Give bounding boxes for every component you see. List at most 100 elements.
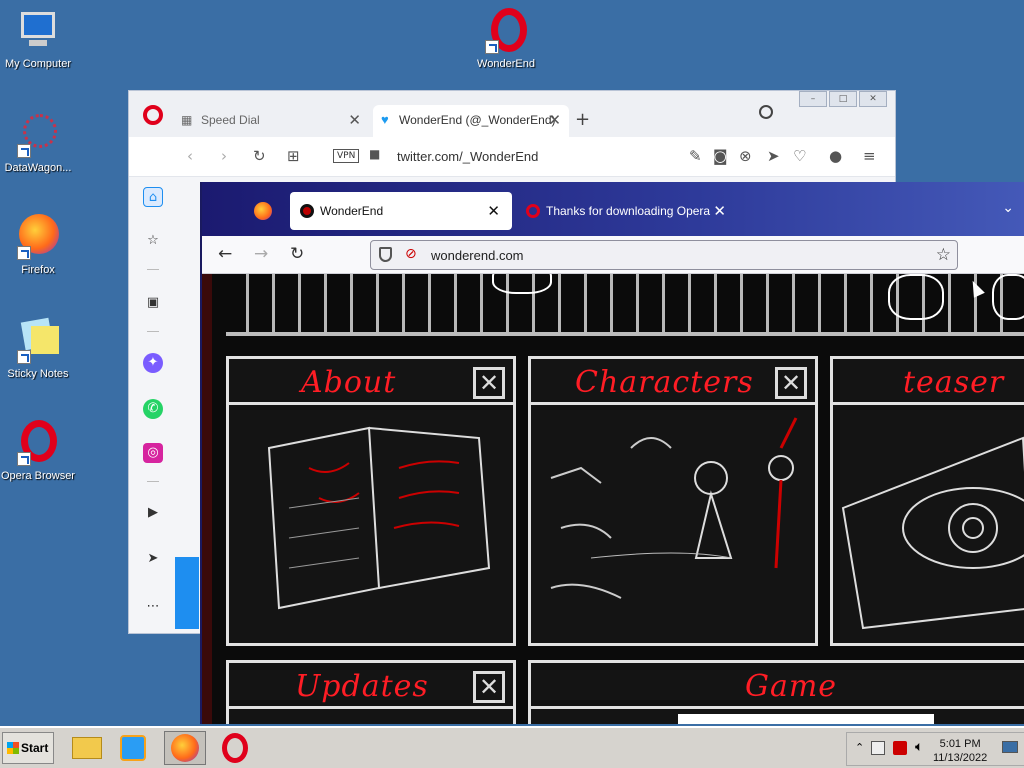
easy-setup-icon[interactable]: ≡ bbox=[863, 147, 876, 165]
opera-menu-icon[interactable] bbox=[143, 105, 163, 125]
home-icon[interactable]: ⌂ bbox=[143, 187, 163, 207]
show-hidden-icons-chevron-up-icon[interactable]: ⌃ bbox=[855, 741, 864, 754]
grid-icon: ▦ bbox=[181, 113, 193, 127]
desktop-icon-datawagon[interactable]: DataWagon... bbox=[0, 112, 76, 174]
tab-label: WonderEnd bbox=[320, 204, 384, 218]
more-icon[interactable]: ⋯ bbox=[143, 597, 163, 617]
clock[interactable]: 5:01 PM 11/13/2022 bbox=[933, 737, 987, 765]
taskbar-explorer-button[interactable] bbox=[66, 731, 108, 765]
white-strip-decoration bbox=[678, 714, 934, 724]
shortcut-arrow-icon bbox=[17, 350, 31, 364]
firefox-window[interactable]: WonderEnd ✕ Thanks for downloading Opera… bbox=[200, 182, 1024, 724]
shortcut-arrow-icon bbox=[17, 246, 31, 260]
security-alert-icon[interactable] bbox=[893, 741, 907, 755]
panel-title: Characters bbox=[575, 365, 754, 400]
show-desktop-icon[interactable] bbox=[1002, 741, 1018, 753]
insecure-lock-icon[interactable]: ⊘ bbox=[405, 246, 417, 262]
computer-icon bbox=[15, 8, 61, 54]
list-all-tabs-chevron-down-icon[interactable]: ⌄ bbox=[1002, 200, 1014, 216]
site-left-border bbox=[202, 274, 212, 724]
reload-icon[interactable]: ↻ bbox=[253, 147, 266, 165]
rabbit-drawing-icon bbox=[888, 274, 944, 320]
datawagon-icon bbox=[15, 112, 61, 158]
minimize-button[interactable]: – bbox=[799, 91, 827, 107]
clock-time: 5:01 PM bbox=[939, 738, 981, 750]
opera-url-field[interactable]: twitter.com/_WonderEnd bbox=[397, 149, 538, 164]
new-tab-button[interactable]: + bbox=[575, 109, 590, 130]
player-icon[interactable]: ▶ bbox=[143, 503, 163, 523]
close-window-button[interactable]: ✕ bbox=[859, 91, 887, 107]
whatsapp-icon[interactable]: ✆ bbox=[143, 399, 163, 419]
shortcut-arrow-icon bbox=[485, 40, 499, 54]
bookmarks-icon[interactable]: ☆ bbox=[143, 231, 163, 251]
reload-icon[interactable]: ↻ bbox=[290, 244, 304, 264]
tab-label: WonderEnd (@_WonderEnd) bbox=[399, 113, 556, 127]
maximize-button[interactable]: □ bbox=[829, 91, 857, 107]
opera-tab-speed-dial[interactable]: ▦ Speed Dial ✕ bbox=[175, 105, 369, 137]
volume-icon[interactable]: 🔈︎ bbox=[915, 739, 923, 755]
send-icon[interactable]: ➤ bbox=[767, 147, 780, 165]
forward-icon[interactable]: → bbox=[254, 244, 268, 264]
firefox-tab-opera-download[interactable]: Thanks for downloading Opera ✕ bbox=[516, 192, 738, 230]
instagram-icon[interactable]: ◎ bbox=[143, 443, 163, 463]
desktop-icon-firefox[interactable]: Firefox bbox=[0, 214, 76, 276]
desktop-icon-label: Firefox bbox=[21, 264, 55, 276]
tab-label: Thanks for downloading Opera bbox=[546, 204, 711, 218]
heart-icon[interactable]: ♡ bbox=[793, 147, 806, 165]
taskbar-media-player-button[interactable] bbox=[112, 731, 154, 765]
twitter-icon: ♥ bbox=[381, 112, 389, 127]
network-icon[interactable] bbox=[871, 741, 885, 755]
panel-updates[interactable]: Updates ✕ bbox=[226, 660, 516, 724]
close-tab-button[interactable]: ✕ bbox=[713, 202, 726, 220]
close-tab-button[interactable]: ✕ bbox=[487, 202, 500, 220]
camera-icon[interactable]: ◙ bbox=[713, 147, 728, 165]
back-icon[interactable]: ← bbox=[218, 244, 232, 264]
panel-characters[interactable]: Characters ✕ bbox=[528, 356, 818, 646]
close-tab-button[interactable]: ✕ bbox=[548, 111, 561, 129]
firefox-tab-wonderend[interactable]: WonderEnd ✕ bbox=[290, 192, 512, 230]
window-controls: – □ ✕ bbox=[797, 91, 887, 107]
tabs-grid-icon[interactable]: ⊞ bbox=[287, 147, 300, 165]
profile-icon[interactable]: ● bbox=[829, 147, 842, 165]
url-text[interactable]: wonderend.com bbox=[431, 248, 524, 263]
adblock-icon[interactable]: ⊗ bbox=[739, 147, 752, 165]
forward-icon[interactable]: › bbox=[221, 147, 227, 165]
send-flow-icon[interactable]: ➤ bbox=[143, 549, 163, 569]
firefox-icon bbox=[171, 734, 199, 762]
vpn-badge[interactable]: VPN bbox=[333, 149, 360, 163]
share-icon[interactable]: ✎ bbox=[689, 147, 702, 165]
close-box-icon: ✕ bbox=[473, 671, 505, 703]
bookmark-star-icon[interactable]: ☆ bbox=[936, 245, 951, 265]
eye-drawing bbox=[841, 436, 1024, 630]
firefox-tab-strip: WonderEnd ✕ Thanks for downloading Opera… bbox=[202, 182, 1024, 236]
media-player-icon bbox=[120, 735, 146, 761]
panel-header: About ✕ bbox=[229, 359, 513, 405]
opera-tab-wonderend-twitter[interactable]: ♥ WonderEnd (@_WonderEnd) ✕ bbox=[373, 105, 569, 137]
messenger-icon[interactable]: ✦ bbox=[143, 353, 163, 373]
shortcut-arrow-icon bbox=[17, 144, 31, 158]
desktop-icon-my-computer[interactable]: My Computer bbox=[0, 8, 76, 70]
open-book-drawing bbox=[267, 426, 491, 610]
desktop-icon-sticky-notes[interactable]: Sticky Notes bbox=[0, 317, 76, 380]
firefox-icon bbox=[15, 214, 61, 260]
panel-teaser[interactable]: teaser bbox=[830, 356, 1024, 646]
close-tab-button[interactable]: ✕ bbox=[348, 111, 361, 129]
firefox-nav-bar: ← → ↻ ⊘ wonderend.com ☆ bbox=[202, 236, 1024, 274]
opera-icon bbox=[15, 420, 61, 466]
desktop-icon-wonderend[interactable]: WonderEnd bbox=[468, 8, 544, 70]
panel-header: Characters ✕ bbox=[531, 359, 815, 405]
desktop-icon-opera-browser[interactable]: Opera Browser bbox=[0, 420, 76, 482]
taskbar-opera-button[interactable] bbox=[214, 731, 256, 765]
characters-drawing bbox=[550, 417, 798, 599]
close-box-icon: ✕ bbox=[775, 367, 807, 399]
firefox-view-icon[interactable] bbox=[254, 202, 272, 220]
start-button[interactable]: Start bbox=[2, 732, 54, 764]
panel-about[interactable]: About ✕ bbox=[226, 356, 516, 646]
tracking-shield-icon[interactable] bbox=[379, 247, 392, 262]
taskbar-firefox-button[interactable] bbox=[164, 731, 206, 765]
back-icon[interactable]: ‹ bbox=[187, 147, 193, 165]
firefox-url-bar[interactable]: ⊘ wonderend.com ☆ bbox=[370, 240, 958, 270]
shopping-icon[interactable]: ▣ bbox=[143, 293, 163, 313]
rabbit-drawing-icon bbox=[992, 274, 1024, 320]
search-tabs-icon[interactable] bbox=[759, 105, 773, 119]
